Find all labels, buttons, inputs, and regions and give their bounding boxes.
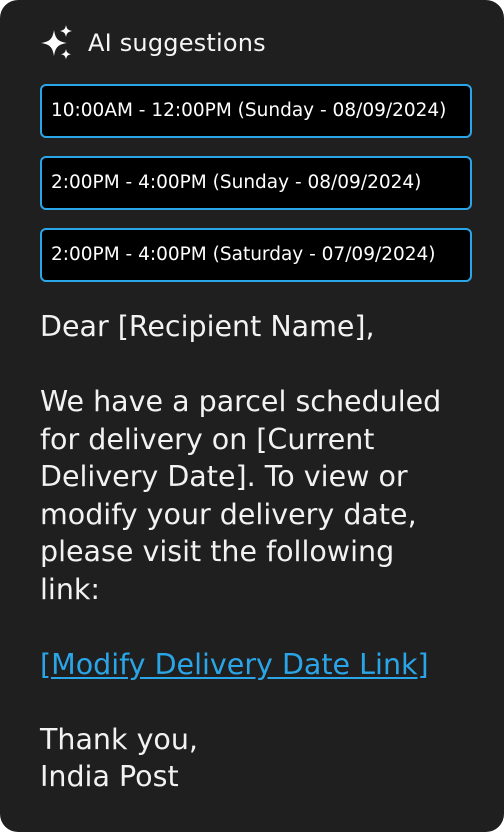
body-line: link: (40, 572, 101, 606)
sparkle-icon (40, 24, 74, 62)
modify-delivery-date-link[interactable]: [Modify Delivery Date Link] (40, 648, 429, 681)
signature-text: India Post (40, 760, 179, 793)
suggestion-chip-2[interactable]: 2:00PM - 4:00PM (Sunday - 08/09/2024) (40, 156, 472, 210)
suggestion-chip-1[interactable]: 10:00AM - 12:00PM (Sunday - 08/09/2024) (40, 84, 472, 138)
greeting-text: Dear [Recipient Name], (40, 310, 375, 343)
closing-text: Thank you, (40, 722, 198, 756)
body-line: modify your delivery date, (40, 497, 417, 531)
message-body: Dear [Recipient Name], We have a parcel … (40, 308, 480, 796)
body-line: please visit the following (40, 535, 395, 568)
panel-title: AI suggestions (88, 29, 266, 57)
suggestion-chip-3[interactable]: 2:00PM - 4:00PM (Saturday - 07/09/2024) (40, 228, 472, 282)
body-line: for delivery on [Current (40, 422, 375, 456)
body-line: We have a parcel scheduled (40, 385, 442, 418)
panel-header: AI suggestions (40, 24, 266, 62)
body-line: Delivery Date]. To view or (40, 460, 408, 493)
ai-suggestions-panel: AI suggestions 10:00AM - 12:00PM (Sunday… (0, 0, 504, 832)
